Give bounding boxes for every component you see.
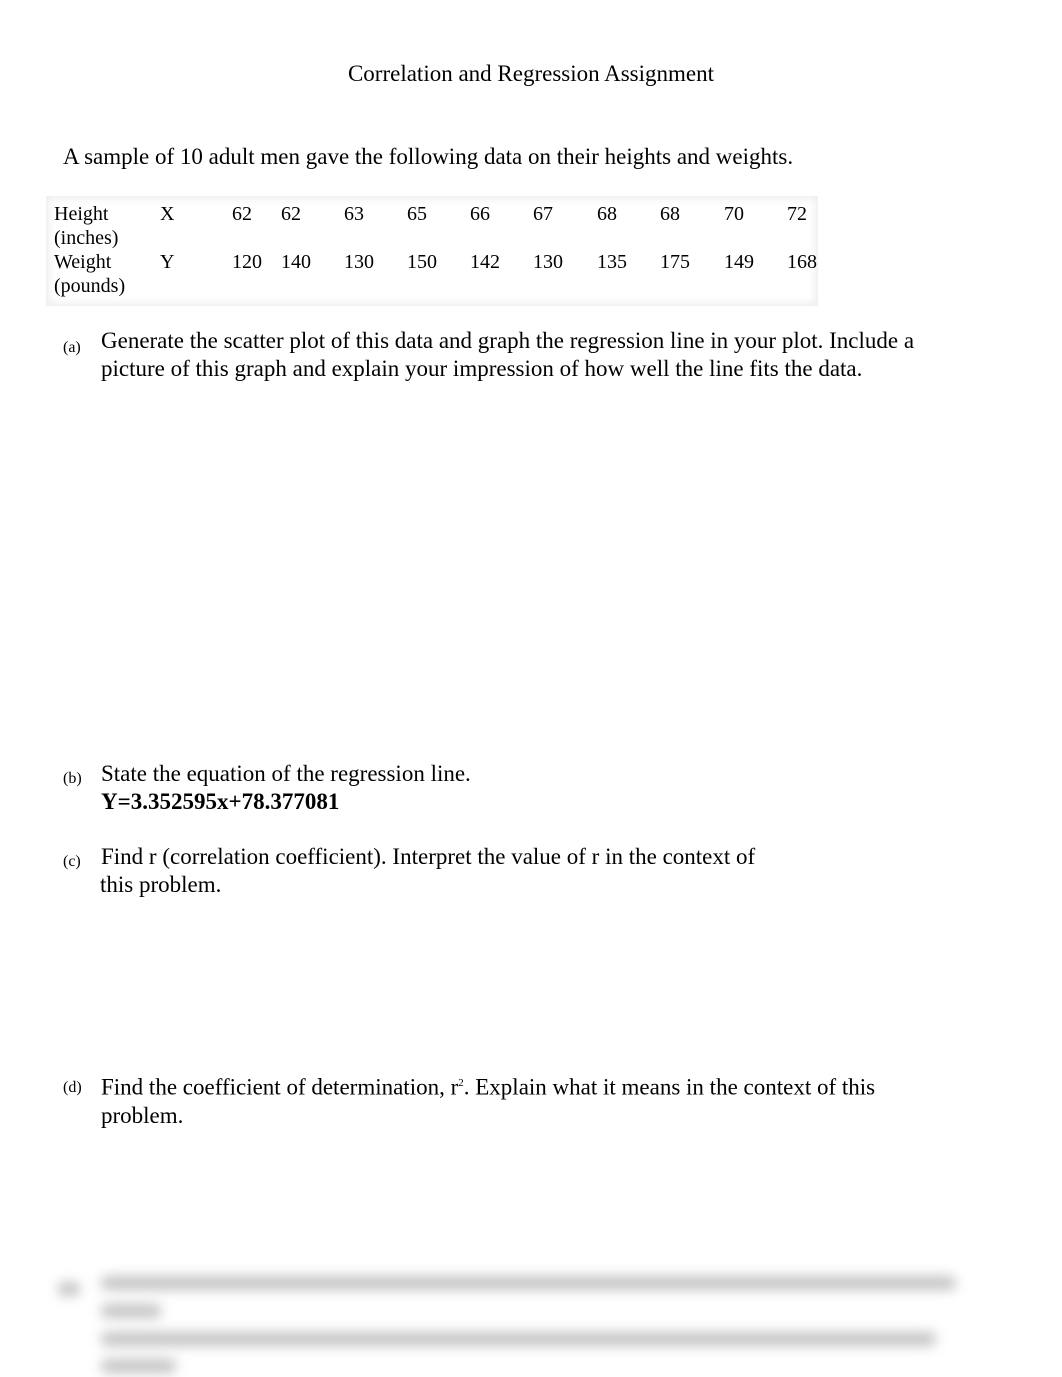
table-cell: 72	[787, 203, 807, 225]
question-c-line2: this problem.	[100, 872, 222, 897]
table-cell: 66	[470, 203, 490, 225]
data-table: Height (inches) X 62 62 63 65 66 67 68 68 70 72 Weigh…	[46, 196, 818, 306]
question-a-line2: picture of this graph and explain your i…	[101, 356, 863, 381]
table-cell: 168	[787, 251, 817, 273]
table-cell: 63	[344, 203, 364, 225]
table-cell: 68	[597, 203, 617, 225]
table-cell: 67	[533, 203, 553, 225]
row-label: Weight	[54, 251, 112, 273]
question-d-line1b: . Explain what it means in the context o…	[463, 1074, 876, 1100]
table-cell: 120	[232, 251, 262, 273]
question-b-text: State the equation of the regression lin…	[101, 760, 981, 816]
table-cell: 130	[533, 251, 563, 273]
question-a-label: (a)	[63, 339, 81, 356]
table-cell: 62	[232, 203, 252, 225]
question-c-line1: Find r (correlation coefficient). Interp…	[101, 844, 756, 869]
row-label: Height	[54, 203, 109, 225]
row-variable: X	[160, 203, 175, 225]
table-cell: 65	[407, 203, 427, 225]
row-variable: Y	[160, 251, 175, 273]
question-d-line1a: Find the coefficient of determination, r	[101, 1074, 459, 1100]
question-a-line1: Generate the scatter plot of this data a…	[101, 328, 915, 353]
row-unit: (pounds)	[54, 275, 126, 297]
table-cell: 149	[724, 251, 754, 273]
table-cell: 70	[724, 203, 744, 225]
question-d-line2: problem.	[101, 1102, 184, 1128]
question-d-text: Find the coefficient of determination, r…	[101, 1069, 981, 1130]
table-cell: 175	[660, 251, 690, 273]
question-b-label: (b)	[63, 770, 82, 787]
table-cell: 68	[660, 203, 680, 225]
table-cell: 62	[281, 203, 301, 225]
table-cell: 130	[344, 251, 374, 273]
table-cell: 135	[597, 251, 627, 273]
page-title: Correlation and Regression Assignment	[347, 61, 715, 86]
table-cell: 142	[470, 251, 500, 273]
intro-text: A sample of 10 adult men gave the follow…	[63, 144, 794, 169]
regression-equation: Y=3.352595x+78.377081	[101, 789, 340, 814]
question-b-line1: State the equation of the regression lin…	[101, 761, 471, 786]
table-cell: 140	[281, 251, 311, 273]
question-c-label: (c)	[63, 853, 81, 870]
table-cell: 150	[407, 251, 437, 273]
question-a-text: Generate the scatter plot of this data a…	[101, 327, 981, 383]
question-c-text: Find r (correlation coefficient). Interp…	[100, 843, 981, 899]
row-unit: (inches)	[54, 227, 119, 249]
question-d-label: (d)	[63, 1079, 82, 1096]
